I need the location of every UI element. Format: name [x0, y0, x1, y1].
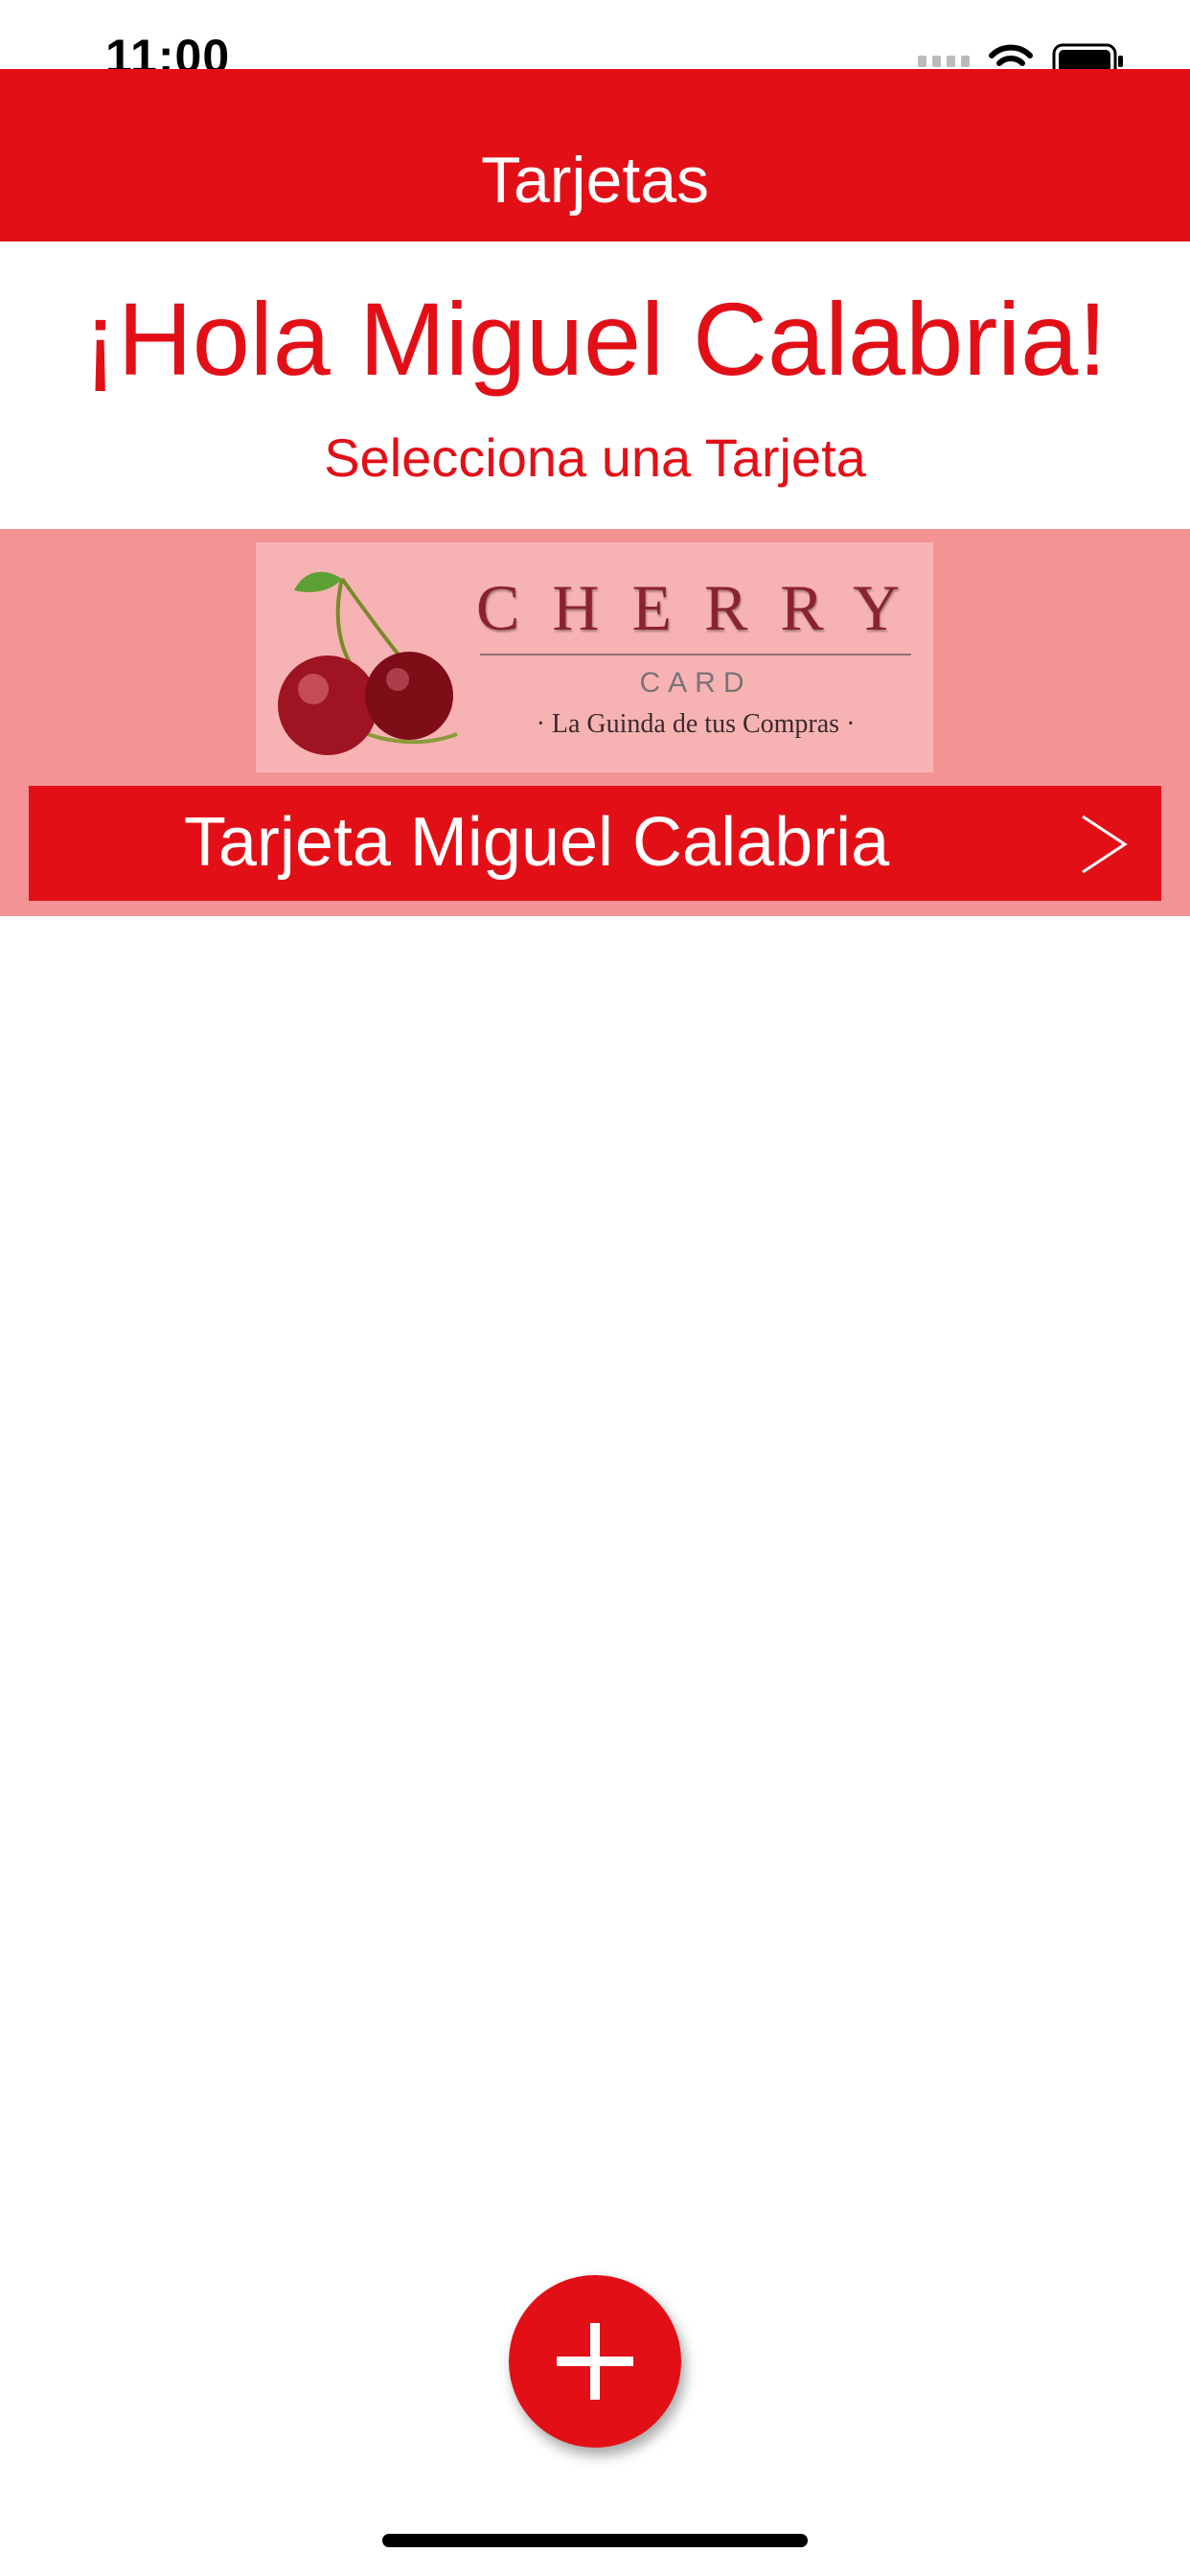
brand-sub: CARD	[639, 667, 752, 699]
cherry-card-image: CHERRY CARD · La Guinda de tus Compras ·	[256, 542, 933, 772]
chevron-right-icon	[1082, 815, 1128, 874]
brand-divider	[480, 654, 911, 656]
status-bar: 11:00	[0, 0, 1190, 80]
card-label: Tarjeta Miguel Calabria	[183, 804, 890, 881]
plus-icon	[557, 2323, 633, 2400]
add-card-button[interactable]	[509, 2275, 681, 2448]
brand-name: CHERRY	[476, 571, 933, 644]
home-indicator[interactable]	[382, 2534, 808, 2547]
card-open-button[interactable]: Tarjeta Miguel Calabria	[29, 786, 1161, 901]
brand-tagline: · La Guinda de tus Compras ·	[536, 709, 856, 739]
card-list-item[interactable]: CHERRY CARD · La Guinda de tus Compras ·…	[0, 529, 1190, 916]
cellular-signal-icon	[918, 56, 970, 67]
greeting-heading: ¡Hola Miguel Calabria!	[82, 281, 1108, 397]
select-card-subtitle: Selecciona una Tarjeta	[324, 427, 866, 488]
nav-title: Tarjetas	[480, 144, 710, 217]
navigation-bar: Tarjetas	[0, 69, 1190, 242]
cherry-illustration	[278, 571, 458, 755]
